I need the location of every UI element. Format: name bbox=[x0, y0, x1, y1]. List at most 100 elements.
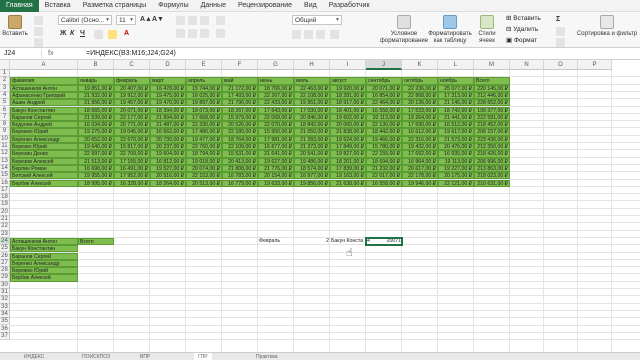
amount-cell[interactable]: 228 652,00 ₽ bbox=[474, 99, 510, 107]
amount-cell[interactable]: 22 670,00 ₽ bbox=[114, 135, 150, 143]
amount-cell[interactable]: 22 433,00 ₽ bbox=[258, 99, 294, 107]
currency-icon[interactable] bbox=[292, 30, 301, 39]
amount-cell[interactable]: 21 808,00 ₽ bbox=[222, 164, 258, 173]
amount-cell[interactable]: 19 912,00 ₽ bbox=[114, 91, 150, 100]
amount-cell[interactable]: 19 617,00 ₽ bbox=[438, 128, 474, 136]
employee-name-cell[interactable]: Березов Алексей bbox=[10, 157, 78, 165]
align-bottom-icon[interactable] bbox=[200, 16, 209, 25]
column-header[interactable]: P bbox=[578, 60, 612, 70]
fx-icon[interactable]: fx bbox=[48, 49, 53, 59]
amount-cell[interactable]: 21 145,00 ₽ bbox=[438, 99, 474, 107]
row-header[interactable]: 32 bbox=[0, 296, 10, 304]
amount-cell[interactable]: 19 897,00 ₽ bbox=[186, 99, 222, 107]
column-header[interactable]: L bbox=[438, 60, 474, 70]
clear-icon[interactable] bbox=[556, 38, 565, 47]
amount-cell[interactable]: 20 154,00 ₽ bbox=[258, 172, 294, 180]
amount-cell[interactable]: 16 783,00 ₽ bbox=[222, 172, 258, 180]
comma-style-icon[interactable] bbox=[316, 30, 325, 39]
column-index-cell[interactable]: 2 bbox=[294, 238, 330, 245]
table-header-cell[interactable]: фамилия bbox=[10, 77, 78, 85]
employee-name-cell[interactable]: Бережко Юрий bbox=[10, 128, 78, 136]
table-header-cell[interactable]: ноябрь bbox=[438, 77, 474, 85]
font-color-icon[interactable]: A bbox=[124, 29, 129, 38]
amount-cell[interactable]: 21 050,00 ₽ bbox=[294, 128, 330, 136]
amount-cell[interactable]: 18 842,00 ₽ bbox=[294, 121, 330, 129]
amount-cell[interactable]: 20 060,00 ₽ bbox=[330, 121, 366, 129]
amount-cell[interactable]: 18 281,00 ₽ bbox=[330, 91, 366, 100]
amount-cell[interactable]: 19 018,00 ₽ bbox=[186, 157, 222, 165]
amount-cell[interactable]: 18 766,00 ₽ bbox=[258, 84, 294, 92]
amount-cell[interactable]: 218 426,00 ₽ bbox=[474, 150, 510, 158]
amount-cell[interactable]: 19 477,00 ₽ bbox=[186, 135, 222, 143]
column-header[interactable]: E bbox=[186, 60, 222, 70]
align-top-icon[interactable] bbox=[176, 16, 185, 25]
table-header-cell[interactable]: сентябрь bbox=[366, 77, 402, 85]
amount-cell[interactable]: 21 956,00 ₽ bbox=[78, 99, 114, 107]
amount-cell[interactable]: 18 201,00 ₽ bbox=[330, 157, 366, 165]
amount-cell[interactable]: 18 794,00 ₽ bbox=[186, 150, 222, 158]
amount-cell[interactable]: 15 950,00 ₽ bbox=[258, 128, 294, 136]
name-box[interactable]: J24 bbox=[2, 49, 42, 59]
amount-cell[interactable]: 19 827,00 ₽ bbox=[330, 150, 366, 158]
amount-cell[interactable]: 21 232,00 ₽ bbox=[366, 164, 402, 173]
percent-icon[interactable] bbox=[304, 30, 313, 39]
font-size-combo[interactable]: 11 ▼ bbox=[116, 15, 136, 25]
column-header[interactable]: D bbox=[150, 60, 186, 70]
amount-cell[interactable]: 22 068,00 ₽ bbox=[258, 113, 294, 122]
amount-cell[interactable]: 21 513,00 ₽ bbox=[78, 157, 114, 165]
row-header[interactable]: 10 bbox=[0, 135, 10, 143]
amount-cell[interactable]: 22 155,00 ₽ bbox=[366, 150, 402, 158]
amount-cell[interactable]: 19 856,00 ₽ bbox=[294, 179, 330, 187]
amount-cell[interactable]: 22 109,00 ₽ bbox=[222, 143, 258, 151]
amount-cell[interactable]: 17 486,00 ₽ bbox=[186, 128, 222, 136]
row-header[interactable]: 3 bbox=[0, 84, 10, 92]
row-header[interactable]: 13 bbox=[0, 157, 10, 165]
amount-cell[interactable]: 22 153,00 ₽ bbox=[186, 172, 222, 180]
amount-cell[interactable]: 21 641,00 ₽ bbox=[258, 150, 294, 158]
amount-cell[interactable]: 17 668,00 ₽ bbox=[186, 113, 222, 122]
italic-icon[interactable]: К bbox=[70, 29, 74, 38]
underline-icon[interactable]: Ч bbox=[80, 29, 85, 38]
amount-cell[interactable]: 218 452,00 ₽ bbox=[474, 121, 510, 129]
amount-cell[interactable]: 210 631,00 ₽ bbox=[474, 179, 510, 187]
table-header-cell[interactable]: февраль bbox=[114, 77, 150, 85]
delete-cells-button[interactable]: ⊟ Удалить bbox=[506, 25, 538, 35]
amount-cell[interactable]: 21 573,00 ₽ bbox=[438, 135, 474, 143]
amount-cell[interactable]: 15 780,00 ₽ bbox=[366, 143, 402, 151]
ribbon-tab[interactable]: Формулы bbox=[152, 0, 194, 12]
amount-cell[interactable]: 15 744,00 ₽ bbox=[186, 84, 222, 92]
fill-icon[interactable] bbox=[556, 27, 565, 36]
row-header[interactable]: 6 bbox=[0, 106, 10, 114]
column-header[interactable]: B bbox=[78, 60, 114, 70]
ribbon-tab[interactable]: Разработчик bbox=[323, 0, 376, 12]
amount-cell[interactable]: 17 692,00 ₽ bbox=[402, 150, 438, 158]
row-header[interactable]: 4 bbox=[0, 91, 10, 100]
amount-cell[interactable]: 22 180,00 ₽ bbox=[222, 128, 258, 136]
sheet-tab[interactable]: ИНДЕКС bbox=[20, 353, 48, 360]
employee-name-cell[interactable]: Ашин Андрей bbox=[10, 99, 78, 107]
ribbon-tab[interactable]: Главная bbox=[0, 0, 39, 12]
lookup-name-cell[interactable]: Баранов Сергей bbox=[10, 252, 78, 260]
amount-cell[interactable]: 18 401,00 ₽ bbox=[330, 106, 366, 114]
amount-cell[interactable]: 16 854,00 ₽ bbox=[366, 91, 402, 100]
row-header[interactable]: 34 bbox=[0, 310, 10, 319]
amount-cell[interactable]: 20 237,00 ₽ bbox=[150, 143, 186, 151]
amount-cell[interactable]: 16 612,00 ₽ bbox=[402, 128, 438, 136]
amount-cell[interactable]: 19 951,00 ₽ bbox=[294, 99, 330, 107]
amount-cell[interactable]: 199 377,00 ₽ bbox=[474, 106, 510, 114]
row-header[interactable]: 15 bbox=[0, 172, 10, 180]
employee-name-cell[interactable]: Березко Юрий bbox=[10, 143, 78, 151]
amount-cell[interactable]: 218 023,00 ₽ bbox=[474, 172, 510, 180]
amount-cell[interactable]: 212 350,00 ₽ bbox=[474, 143, 510, 151]
amount-cell[interactable]: 19 113,00 ₽ bbox=[438, 157, 474, 165]
amount-cell[interactable]: 22 017,00 ₽ bbox=[366, 172, 402, 180]
amount-cell[interactable]: 16 698,00 ₽ bbox=[78, 164, 114, 173]
amount-cell[interactable]: 17 493,00 ₽ bbox=[222, 91, 258, 100]
table-header-cell[interactable]: апрель bbox=[186, 77, 222, 85]
amount-cell[interactable]: 19 227,00 ₽ bbox=[438, 164, 474, 173]
column-header[interactable]: H bbox=[294, 60, 330, 70]
employee-name-cell[interactable]: Бакун Константин bbox=[10, 106, 78, 114]
amount-cell[interactable]: 16 935,00 ₽ bbox=[438, 150, 474, 158]
amount-cell[interactable]: 25 077,00 ₽ bbox=[438, 84, 474, 92]
row-header[interactable]: 27 bbox=[0, 259, 10, 268]
